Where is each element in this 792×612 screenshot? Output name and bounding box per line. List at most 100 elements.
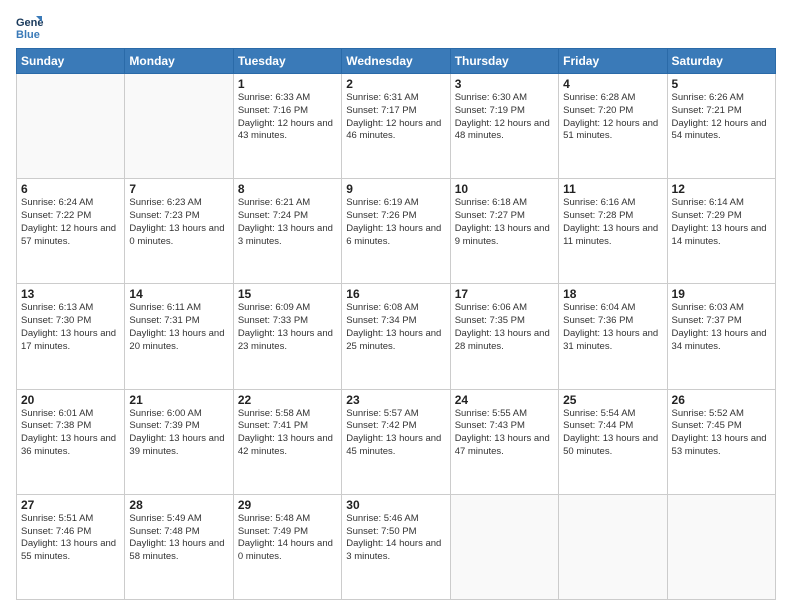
day-number: 12 xyxy=(672,182,771,196)
calendar-cell xyxy=(125,74,233,179)
weekday-header-wednesday: Wednesday xyxy=(342,49,450,74)
day-info: Sunrise: 6:09 AM Sunset: 7:33 PM Dayligh… xyxy=(238,302,337,353)
calendar-cell: 11Sunrise: 6:16 AM Sunset: 7:28 PM Dayli… xyxy=(559,179,667,284)
day-info: Sunrise: 5:48 AM Sunset: 7:49 PM Dayligh… xyxy=(238,513,337,564)
day-info: Sunrise: 5:54 AM Sunset: 7:44 PM Dayligh… xyxy=(563,408,662,459)
day-info: Sunrise: 6:00 AM Sunset: 7:39 PM Dayligh… xyxy=(129,408,228,459)
calendar-cell: 30Sunrise: 5:46 AM Sunset: 7:50 PM Dayli… xyxy=(342,494,450,599)
weekday-header-saturday: Saturday xyxy=(667,49,775,74)
weekday-header-tuesday: Tuesday xyxy=(233,49,341,74)
calendar-cell: 5Sunrise: 6:26 AM Sunset: 7:21 PM Daylig… xyxy=(667,74,775,179)
day-info: Sunrise: 5:55 AM Sunset: 7:43 PM Dayligh… xyxy=(455,408,554,459)
day-number: 26 xyxy=(672,393,771,407)
calendar-cell: 4Sunrise: 6:28 AM Sunset: 7:20 PM Daylig… xyxy=(559,74,667,179)
svg-text:Blue: Blue xyxy=(16,29,40,40)
day-number: 6 xyxy=(21,182,120,196)
week-row-5: 27Sunrise: 5:51 AM Sunset: 7:46 PM Dayli… xyxy=(17,494,776,599)
calendar-cell xyxy=(17,74,125,179)
weekday-header-monday: Monday xyxy=(125,49,233,74)
day-number: 10 xyxy=(455,182,554,196)
day-number: 22 xyxy=(238,393,337,407)
weekday-header-friday: Friday xyxy=(559,49,667,74)
calendar-cell: 23Sunrise: 5:57 AM Sunset: 7:42 PM Dayli… xyxy=(342,389,450,494)
day-number: 8 xyxy=(238,182,337,196)
day-info: Sunrise: 5:52 AM Sunset: 7:45 PM Dayligh… xyxy=(672,408,771,459)
weekday-header-thursday: Thursday xyxy=(450,49,558,74)
day-info: Sunrise: 6:31 AM Sunset: 7:17 PM Dayligh… xyxy=(346,92,445,143)
day-info: Sunrise: 6:33 AM Sunset: 7:16 PM Dayligh… xyxy=(238,92,337,143)
day-info: Sunrise: 6:01 AM Sunset: 7:38 PM Dayligh… xyxy=(21,408,120,459)
day-info: Sunrise: 6:21 AM Sunset: 7:24 PM Dayligh… xyxy=(238,197,337,248)
day-number: 9 xyxy=(346,182,445,196)
day-info: Sunrise: 5:46 AM Sunset: 7:50 PM Dayligh… xyxy=(346,513,445,564)
day-number: 19 xyxy=(672,287,771,301)
calendar-cell: 1Sunrise: 6:33 AM Sunset: 7:16 PM Daylig… xyxy=(233,74,341,179)
calendar-cell: 10Sunrise: 6:18 AM Sunset: 7:27 PM Dayli… xyxy=(450,179,558,284)
calendar-cell: 6Sunrise: 6:24 AM Sunset: 7:22 PM Daylig… xyxy=(17,179,125,284)
day-number: 16 xyxy=(346,287,445,301)
day-number: 25 xyxy=(563,393,662,407)
calendar-cell: 29Sunrise: 5:48 AM Sunset: 7:49 PM Dayli… xyxy=(233,494,341,599)
day-info: Sunrise: 5:51 AM Sunset: 7:46 PM Dayligh… xyxy=(21,513,120,564)
day-number: 21 xyxy=(129,393,228,407)
page-header: General Blue xyxy=(16,12,776,40)
day-info: Sunrise: 5:49 AM Sunset: 7:48 PM Dayligh… xyxy=(129,513,228,564)
day-number: 27 xyxy=(21,498,120,512)
calendar-cell: 22Sunrise: 5:58 AM Sunset: 7:41 PM Dayli… xyxy=(233,389,341,494)
calendar-cell: 7Sunrise: 6:23 AM Sunset: 7:23 PM Daylig… xyxy=(125,179,233,284)
calendar-cell: 8Sunrise: 6:21 AM Sunset: 7:24 PM Daylig… xyxy=(233,179,341,284)
day-number: 18 xyxy=(563,287,662,301)
day-info: Sunrise: 6:30 AM Sunset: 7:19 PM Dayligh… xyxy=(455,92,554,143)
day-number: 7 xyxy=(129,182,228,196)
day-info: Sunrise: 6:08 AM Sunset: 7:34 PM Dayligh… xyxy=(346,302,445,353)
day-info: Sunrise: 5:58 AM Sunset: 7:41 PM Dayligh… xyxy=(238,408,337,459)
day-info: Sunrise: 6:03 AM Sunset: 7:37 PM Dayligh… xyxy=(672,302,771,353)
calendar-cell: 14Sunrise: 6:11 AM Sunset: 7:31 PM Dayli… xyxy=(125,284,233,389)
week-row-3: 13Sunrise: 6:13 AM Sunset: 7:30 PM Dayli… xyxy=(17,284,776,389)
day-info: Sunrise: 6:19 AM Sunset: 7:26 PM Dayligh… xyxy=(346,197,445,248)
day-info: Sunrise: 6:13 AM Sunset: 7:30 PM Dayligh… xyxy=(21,302,120,353)
calendar-cell: 24Sunrise: 5:55 AM Sunset: 7:43 PM Dayli… xyxy=(450,389,558,494)
day-number: 13 xyxy=(21,287,120,301)
day-number: 29 xyxy=(238,498,337,512)
calendar-cell: 19Sunrise: 6:03 AM Sunset: 7:37 PM Dayli… xyxy=(667,284,775,389)
day-number: 3 xyxy=(455,77,554,91)
calendar-cell: 25Sunrise: 5:54 AM Sunset: 7:44 PM Dayli… xyxy=(559,389,667,494)
calendar-cell: 27Sunrise: 5:51 AM Sunset: 7:46 PM Dayli… xyxy=(17,494,125,599)
calendar-cell: 26Sunrise: 5:52 AM Sunset: 7:45 PM Dayli… xyxy=(667,389,775,494)
calendar-cell: 15Sunrise: 6:09 AM Sunset: 7:33 PM Dayli… xyxy=(233,284,341,389)
calendar-cell: 16Sunrise: 6:08 AM Sunset: 7:34 PM Dayli… xyxy=(342,284,450,389)
day-number: 23 xyxy=(346,393,445,407)
day-number: 15 xyxy=(238,287,337,301)
day-info: Sunrise: 6:26 AM Sunset: 7:21 PM Dayligh… xyxy=(672,92,771,143)
day-info: Sunrise: 6:28 AM Sunset: 7:20 PM Dayligh… xyxy=(563,92,662,143)
calendar-cell: 9Sunrise: 6:19 AM Sunset: 7:26 PM Daylig… xyxy=(342,179,450,284)
day-info: Sunrise: 6:11 AM Sunset: 7:31 PM Dayligh… xyxy=(129,302,228,353)
day-number: 1 xyxy=(238,77,337,91)
day-info: Sunrise: 6:04 AM Sunset: 7:36 PM Dayligh… xyxy=(563,302,662,353)
week-row-4: 20Sunrise: 6:01 AM Sunset: 7:38 PM Dayli… xyxy=(17,389,776,494)
weekday-header-sunday: Sunday xyxy=(17,49,125,74)
calendar-cell: 28Sunrise: 5:49 AM Sunset: 7:48 PM Dayli… xyxy=(125,494,233,599)
day-info: Sunrise: 6:16 AM Sunset: 7:28 PM Dayligh… xyxy=(563,197,662,248)
day-number: 14 xyxy=(129,287,228,301)
day-number: 28 xyxy=(129,498,228,512)
day-info: Sunrise: 6:14 AM Sunset: 7:29 PM Dayligh… xyxy=(672,197,771,248)
logo: General Blue xyxy=(16,12,48,40)
calendar-cell: 17Sunrise: 6:06 AM Sunset: 7:35 PM Dayli… xyxy=(450,284,558,389)
day-number: 30 xyxy=(346,498,445,512)
day-number: 11 xyxy=(563,182,662,196)
calendar-cell: 3Sunrise: 6:30 AM Sunset: 7:19 PM Daylig… xyxy=(450,74,558,179)
day-number: 2 xyxy=(346,77,445,91)
logo-icon: General Blue xyxy=(16,12,44,40)
week-row-2: 6Sunrise: 6:24 AM Sunset: 7:22 PM Daylig… xyxy=(17,179,776,284)
day-info: Sunrise: 5:57 AM Sunset: 7:42 PM Dayligh… xyxy=(346,408,445,459)
calendar-cell: 12Sunrise: 6:14 AM Sunset: 7:29 PM Dayli… xyxy=(667,179,775,284)
calendar-cell xyxy=(559,494,667,599)
weekday-header-row: SundayMondayTuesdayWednesdayThursdayFrid… xyxy=(17,49,776,74)
day-info: Sunrise: 6:24 AM Sunset: 7:22 PM Dayligh… xyxy=(21,197,120,248)
calendar-cell xyxy=(667,494,775,599)
day-number: 4 xyxy=(563,77,662,91)
calendar-cell: 2Sunrise: 6:31 AM Sunset: 7:17 PM Daylig… xyxy=(342,74,450,179)
day-info: Sunrise: 6:06 AM Sunset: 7:35 PM Dayligh… xyxy=(455,302,554,353)
